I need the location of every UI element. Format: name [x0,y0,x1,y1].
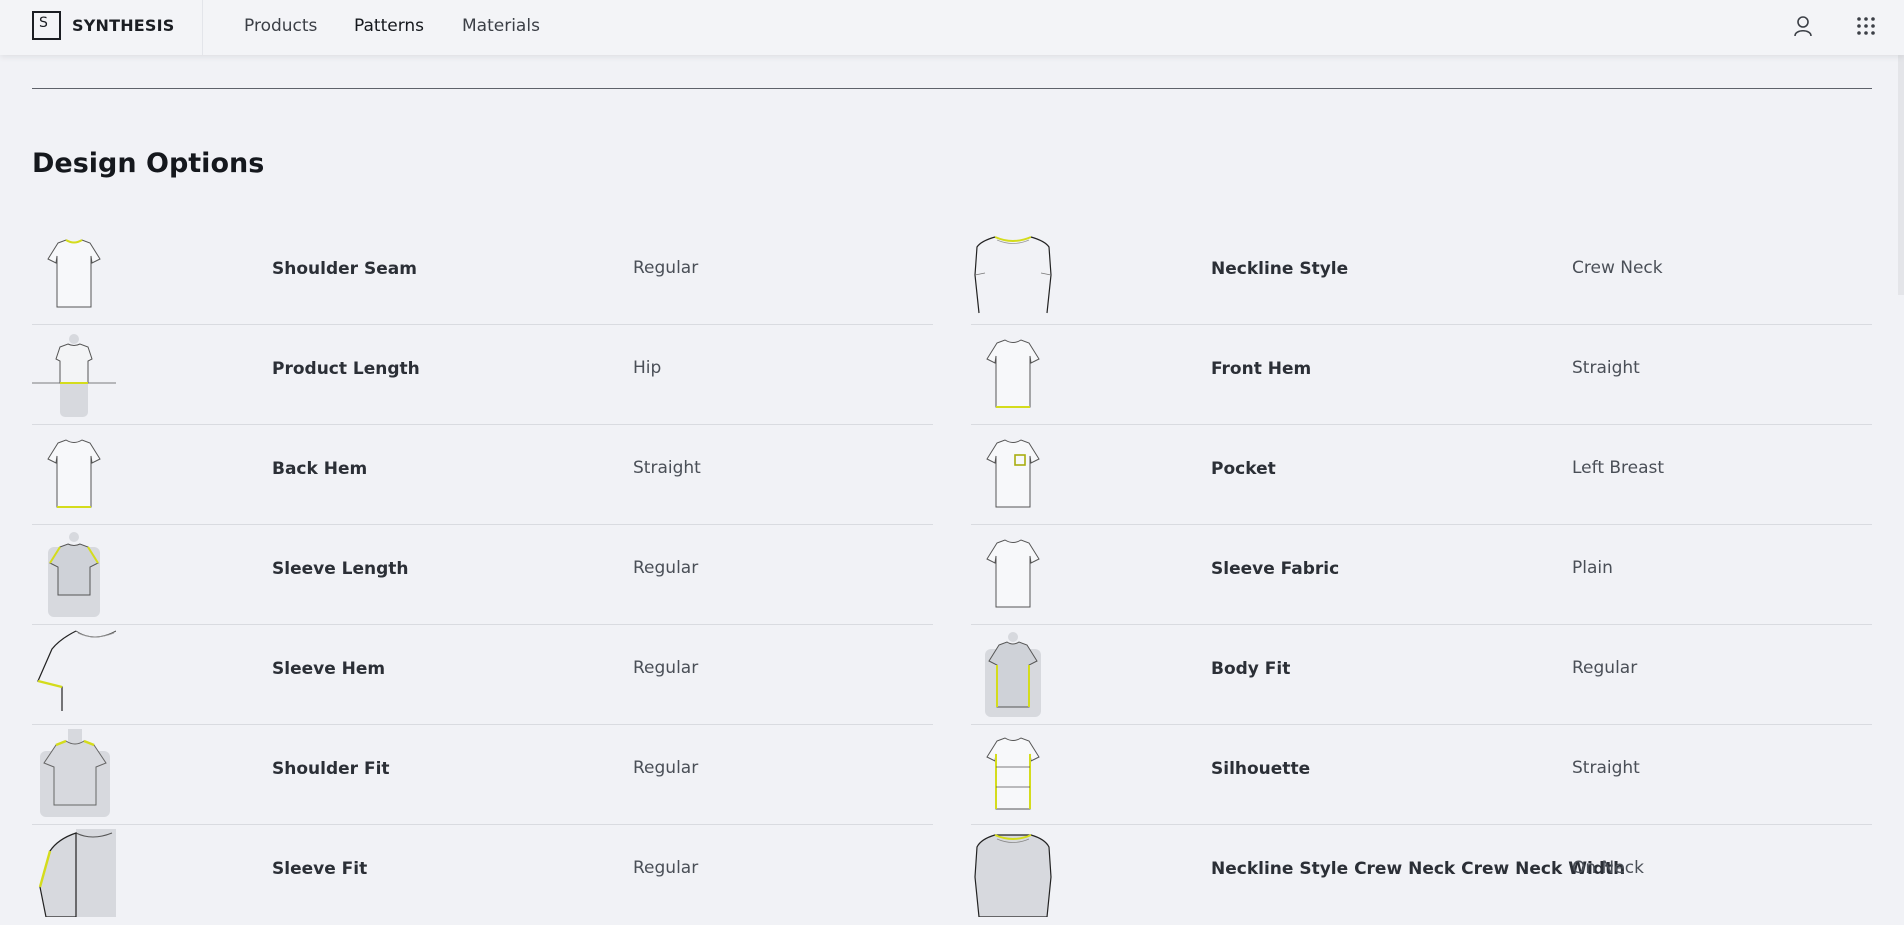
option-row[interactable]: Body Fit Regular [971,625,1872,725]
option-label: Silhouette [1211,759,1311,779]
tshirt-sleeve-fabric-icon [986,539,1040,608]
user-icon[interactable] [1790,13,1816,39]
option-value: Regular [633,758,699,778]
option-label: Sleeve Length [272,559,409,579]
option-value: Left Breast [1572,458,1665,478]
section-title: Design Options [32,148,265,179]
tshirt-back-hem-icon [47,439,101,508]
option-value: Plain [1572,558,1613,578]
option-label: Body Fit [1211,659,1291,679]
figure-shoulder-fit-icon [40,729,110,817]
option-label: Pocket [1211,459,1276,479]
option-value: Straight [633,458,701,478]
option-row[interactable]: Back Hem Straight [32,425,933,525]
option-label: Shoulder Fit [272,759,390,779]
option-label: Product Length [272,359,420,379]
option-row[interactable]: Silhouette Straight [971,725,1872,825]
tshirt-pocket-icon [986,439,1040,508]
options-column-right: Neckline Style Crew Neck Front Hem Strai… [971,225,1872,925]
figure-length-icon [32,334,116,417]
option-label: Sleeve Fabric [1211,559,1340,579]
option-row[interactable]: Shoulder Seam Regular [32,225,933,325]
option-label: Front Hem [1211,359,1312,379]
nav-patterns[interactable]: Patterns [354,16,424,36]
nav-materials[interactable]: Materials [462,16,540,36]
option-label: Neckline Style [1211,259,1349,279]
sleeve-fit-icon [38,829,116,917]
option-row[interactable]: Sleeve Length Regular [32,525,933,625]
option-label: Sleeve Fit [272,859,368,879]
option-row[interactable]: Front Hem Straight [971,325,1872,425]
option-value: Hip [633,358,662,378]
brand[interactable]: S SYNTHESIS [0,0,203,55]
option-value: Regular [633,858,699,878]
option-row[interactable]: Pocket Left Breast [971,425,1872,525]
brand-name: SYNTHESIS [72,16,175,35]
option-value: Regular [633,658,699,678]
divider [32,88,1872,89]
tshirt-shoulder-seam-icon [47,239,101,308]
option-row[interactable]: Sleeve Fit Regular [32,825,933,925]
figure-body-fit-icon [985,632,1041,717]
option-value: Crew Neck [1572,258,1663,278]
option-value: Regular [633,558,699,578]
nav-products[interactable]: Products [244,16,317,36]
option-label: Shoulder Seam [272,259,417,279]
neckline-width-icon [974,834,1052,917]
option-row[interactable]: Product Length Hip [32,325,933,425]
option-label: Back Hem [272,459,368,479]
figure-sleeve-length-icon [48,532,100,617]
option-row[interactable]: Sleeve Hem Regular [32,625,933,725]
option-row[interactable]: Sleeve Fabric Plain [971,525,1872,625]
option-label: Sleeve Hem [272,659,386,679]
top-navigation-bar: S SYNTHESIS Products Patterns Materials [0,0,1904,55]
sleeve-hem-icon [37,630,116,711]
option-row[interactable]: Neckline Style Crew Neck [971,225,1872,325]
options-column-left: Shoulder Seam Regular Product Length Hip… [32,225,933,925]
option-value: Regular [1572,658,1638,678]
option-label: Neckline Style Crew Neck Crew Neck Width [1211,859,1626,879]
option-row[interactable]: Neckline Style Crew Neck Crew Neck Width… [971,825,1872,925]
logo-icon: S [32,11,61,40]
option-row[interactable]: Shoulder Fit Regular [32,725,933,825]
option-value: Straight [1572,358,1640,378]
option-value: Straight [1572,758,1640,778]
scrollbar[interactable] [1898,55,1904,295]
option-value: On Neck [1572,858,1644,878]
neckline-icon [974,236,1052,314]
option-value: Regular [633,258,699,278]
tshirt-front-hem-icon [986,339,1040,408]
tshirt-silhouette-icon [986,737,1040,810]
apps-grid-icon[interactable] [1853,13,1879,39]
